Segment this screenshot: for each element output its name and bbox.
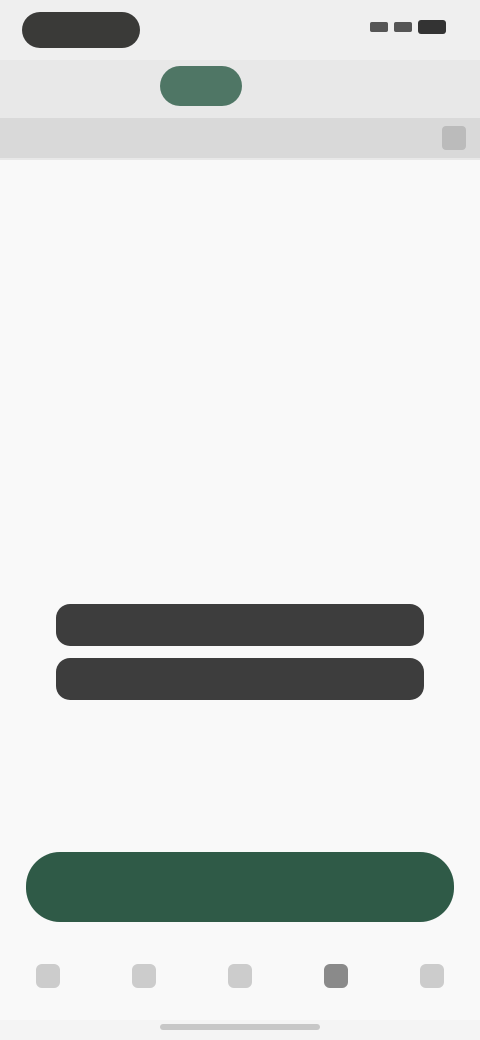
signal-icon [370,22,388,32]
menu-icon[interactable] [442,126,466,150]
bottom-nav [0,936,480,1016]
secondary-button[interactable] [56,658,424,700]
home-indicator [160,1024,320,1030]
settings-icon[interactable] [420,964,444,988]
primary-button[interactable] [56,604,424,646]
list-icon[interactable] [228,964,252,988]
cta-button[interactable] [26,852,454,922]
home-icon[interactable] [36,964,60,988]
profile-icon[interactable] [324,964,348,988]
search-icon[interactable] [132,964,156,988]
battery-icon [418,20,446,34]
status-icons [370,20,446,34]
status-bar [0,0,480,60]
app-logo[interactable] [160,66,242,106]
tab-bar [0,118,480,158]
wifi-icon [394,22,412,32]
status-time [22,12,140,48]
